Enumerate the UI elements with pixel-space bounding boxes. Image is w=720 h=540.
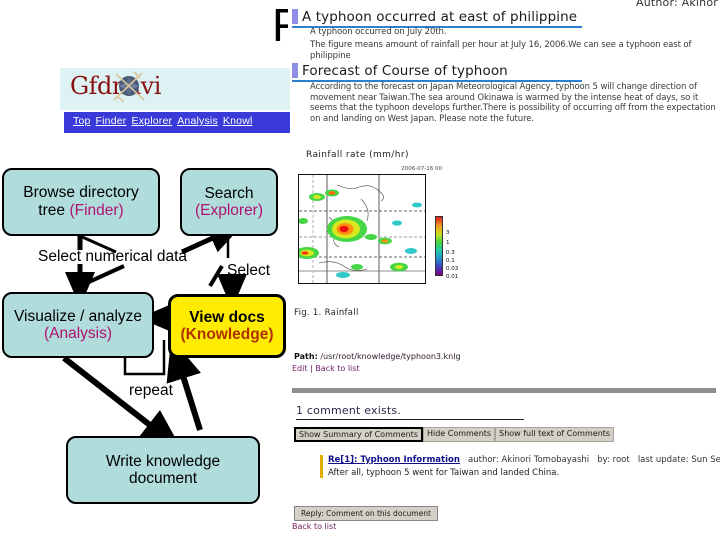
workflow-diagram: Browse directory tree (Finder) Search (E… (0, 0, 720, 540)
flow-box-finder-label: (Finder) (69, 201, 124, 219)
flow-box-analysis[interactable]: Visualize / analyze (Analysis) (2, 292, 154, 358)
flow-box-finder-line1b: tree (38, 201, 65, 219)
flow-label-repeat: repeat (129, 382, 173, 399)
flow-box-knowledge-line1: View docs (189, 308, 265, 326)
flow-box-finder-line1: Browse directory (23, 184, 139, 202)
flow-box-knowledge[interactable]: View docs (Knowledge) (168, 294, 286, 358)
flow-box-explorer-label: (Explorer) (194, 202, 264, 219)
flow-box-finder-line2-wrap: tree (Finder) (38, 202, 123, 220)
flow-box-analysis-label: (Analysis) (43, 325, 113, 342)
flow-box-knowledge-label: (Knowledge) (180, 326, 274, 343)
flow-label-select: Select (227, 262, 271, 279)
flow-box-finder[interactable]: Browse directory tree (Finder) (2, 168, 160, 236)
flow-box-write-line2: document (128, 470, 198, 487)
flow-box-write-knowledge-document[interactable]: Write knowledge document (66, 436, 260, 504)
flow-label-select-numerical-data: Select numerical data (38, 248, 188, 265)
flow-box-explorer[interactable]: Search (Explorer) (180, 168, 278, 236)
flow-box-write-line1: Write knowledge (105, 452, 221, 470)
slide-canvas: F Author: Akinor A typhoon occurred at e… (0, 0, 720, 540)
flow-box-explorer-line1: Search (204, 184, 254, 202)
flow-box-analysis-line1: Visualize / analyze (13, 307, 143, 325)
